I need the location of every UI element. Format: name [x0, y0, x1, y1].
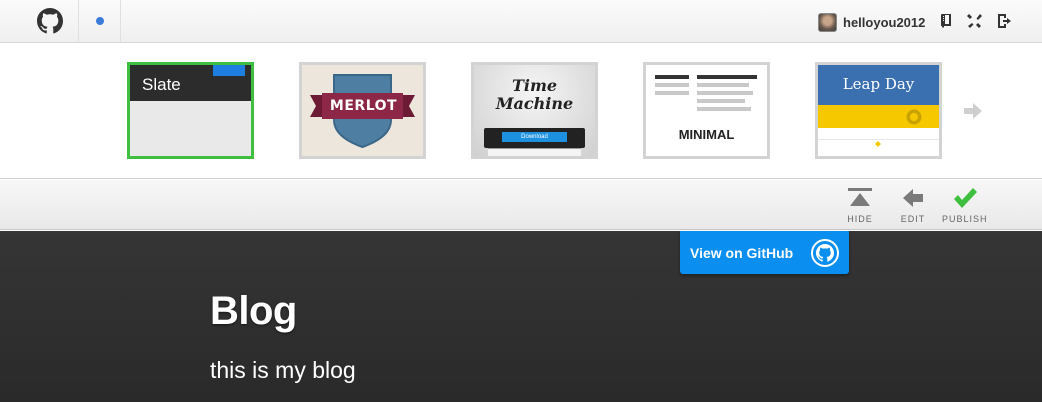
theme-leap-day[interactable]: Leap Day: [815, 62, 942, 159]
page-title: Blog: [210, 289, 297, 333]
edit-button[interactable]: EDIT: [900, 186, 926, 224]
settings-tools-icon[interactable]: [966, 12, 984, 30]
top-navigation-bar: helloyou2012: [0, 0, 1042, 43]
hide-label: HIDE: [847, 214, 873, 224]
theme-merlot[interactable]: MERLOT: [299, 62, 426, 159]
octocat-icon: [906, 109, 922, 125]
theme-label: Time Machine: [474, 77, 595, 113]
sign-out-icon[interactable]: [996, 12, 1014, 30]
page-preview: View on GitHub Blog this is my blog: [0, 231, 1042, 402]
view-on-github-button[interactable]: View on GitHub: [680, 231, 849, 274]
theme-chooser: Slate MERLOT Time Machine Download MINIM…: [0, 43, 1042, 179]
slate-ribbon-preview: [213, 65, 245, 76]
next-themes-arrow-icon[interactable]: [962, 100, 984, 122]
theme-label-line-1: Time: [511, 76, 558, 95]
theme-label-line-2: Machine: [495, 94, 574, 113]
minimal-line-preview: [655, 91, 689, 95]
minimal-line-preview: [697, 99, 745, 103]
repo-icon[interactable]: [938, 12, 956, 30]
page-subtitle: this is my blog: [210, 357, 356, 383]
hide-button[interactable]: HIDE: [847, 186, 873, 224]
theme-minimal[interactable]: MINIMAL: [643, 62, 770, 159]
github-home-link[interactable]: [22, 0, 79, 42]
minimal-line-preview: [655, 83, 689, 87]
leap-day-divider-preview: [818, 139, 939, 140]
minimal-line-preview: [697, 107, 751, 111]
editor-toolbar: HIDE EDIT PUBLISH: [0, 180, 1042, 230]
minimal-line-preview: [697, 83, 749, 87]
time-machine-download-preview: Download: [502, 132, 567, 142]
publish-label: PUBLISH: [942, 214, 988, 224]
theme-slate[interactable]: Slate: [127, 62, 254, 159]
minimal-line-preview: [697, 91, 753, 95]
avatar: [818, 12, 837, 32]
theme-time-machine[interactable]: Time Machine Download: [471, 62, 598, 159]
back-arrow-icon: [903, 189, 923, 207]
minimal-line-preview: [655, 75, 689, 79]
username: helloyou2012: [843, 14, 926, 30]
theme-label: MINIMAL: [678, 127, 735, 142]
notifications-button[interactable]: [79, 0, 121, 42]
hide-icon: [848, 188, 872, 206]
theme-label: Leap Day: [842, 75, 915, 93]
checkmark-icon: [953, 188, 977, 208]
octocat-circle-icon: [811, 238, 839, 267]
edit-label: EDIT: [900, 214, 926, 224]
slate-body-preview: [130, 101, 251, 156]
theme-label: Slate: [142, 75, 181, 94]
minimal-line-preview: [697, 75, 757, 79]
time-machine-base-preview: [488, 148, 581, 156]
notification-dot-icon: [95, 17, 104, 25]
diamond-icon: [875, 141, 881, 147]
theme-label: MERLOT: [329, 98, 398, 114]
user-menu[interactable]: helloyou2012: [818, 12, 925, 32]
publish-button[interactable]: PUBLISH: [942, 186, 988, 224]
view-on-github-label: View on GitHub: [690, 244, 794, 261]
octocat-logo-icon: [37, 8, 63, 34]
